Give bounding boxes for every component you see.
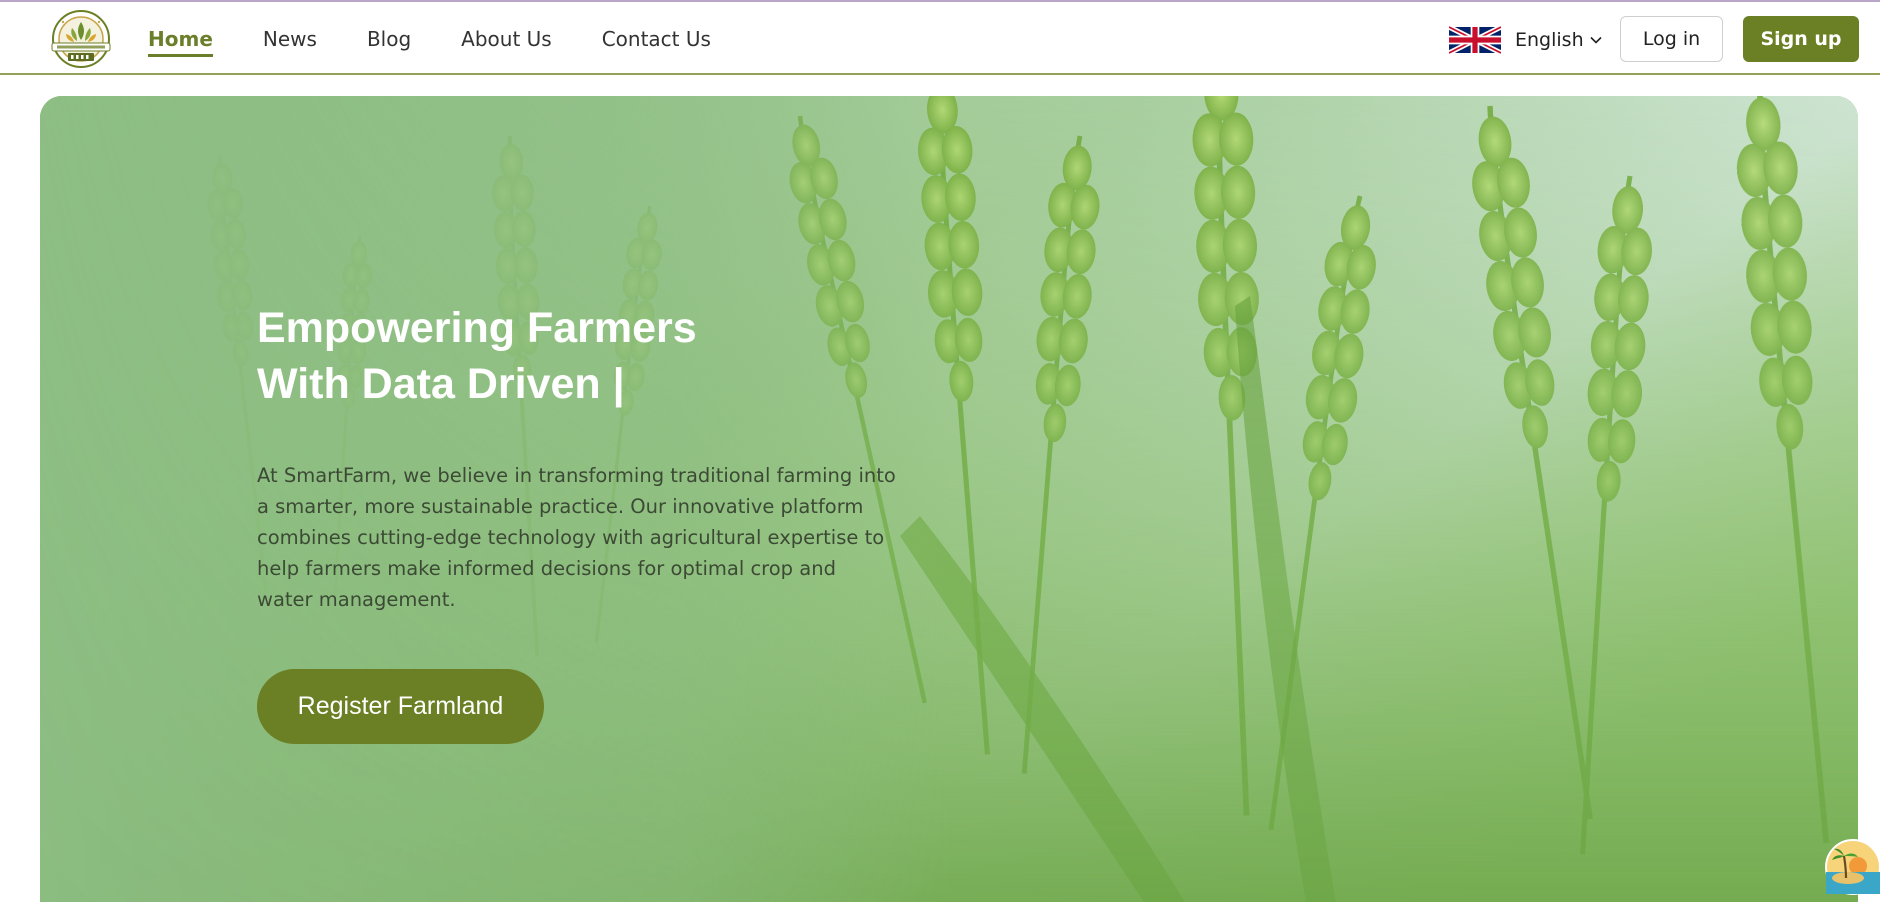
logo[interactable] [44, 8, 118, 70]
register-farmland-button[interactable]: Register Farmland [257, 669, 544, 744]
nav-link-news[interactable]: News [263, 21, 317, 57]
hero-title: Empowering Farmers With Data Driven | [257, 300, 937, 412]
login-button[interactable]: Log in [1620, 16, 1723, 62]
farm-logo-icon [51, 10, 111, 68]
hero-title-line-2: With Data Driven | [257, 360, 625, 408]
floating-chat-badge[interactable] [1824, 838, 1880, 896]
language-label: English [1515, 29, 1584, 51]
island-sunset-icon [1825, 839, 1880, 895]
nav-link-about-us[interactable]: About Us [461, 21, 552, 57]
navbar: Home News Blog About Us Contact Us Engli… [0, 2, 1880, 75]
nav-link-blog[interactable]: Blog [367, 21, 411, 57]
hero-banner: Empowering Farmers With Data Driven | At… [40, 96, 1858, 902]
nav-link-home[interactable]: Home [148, 21, 213, 57]
signup-button[interactable]: Sign up [1743, 16, 1859, 62]
nav-link-contact-us[interactable]: Contact Us [602, 21, 711, 57]
uk-flag-icon [1449, 25, 1501, 55]
hero-title-line-1: Empowering Farmers [257, 304, 697, 352]
chevron-down-icon [1590, 36, 1602, 44]
hero-content: Empowering Farmers With Data Driven | At… [257, 300, 937, 744]
primary-nav: Home News Blog About Us Contact Us [148, 2, 761, 75]
language-selector[interactable]: English [1449, 22, 1602, 58]
hero-description: At SmartFarm, we believe in transforming… [257, 464, 896, 611]
